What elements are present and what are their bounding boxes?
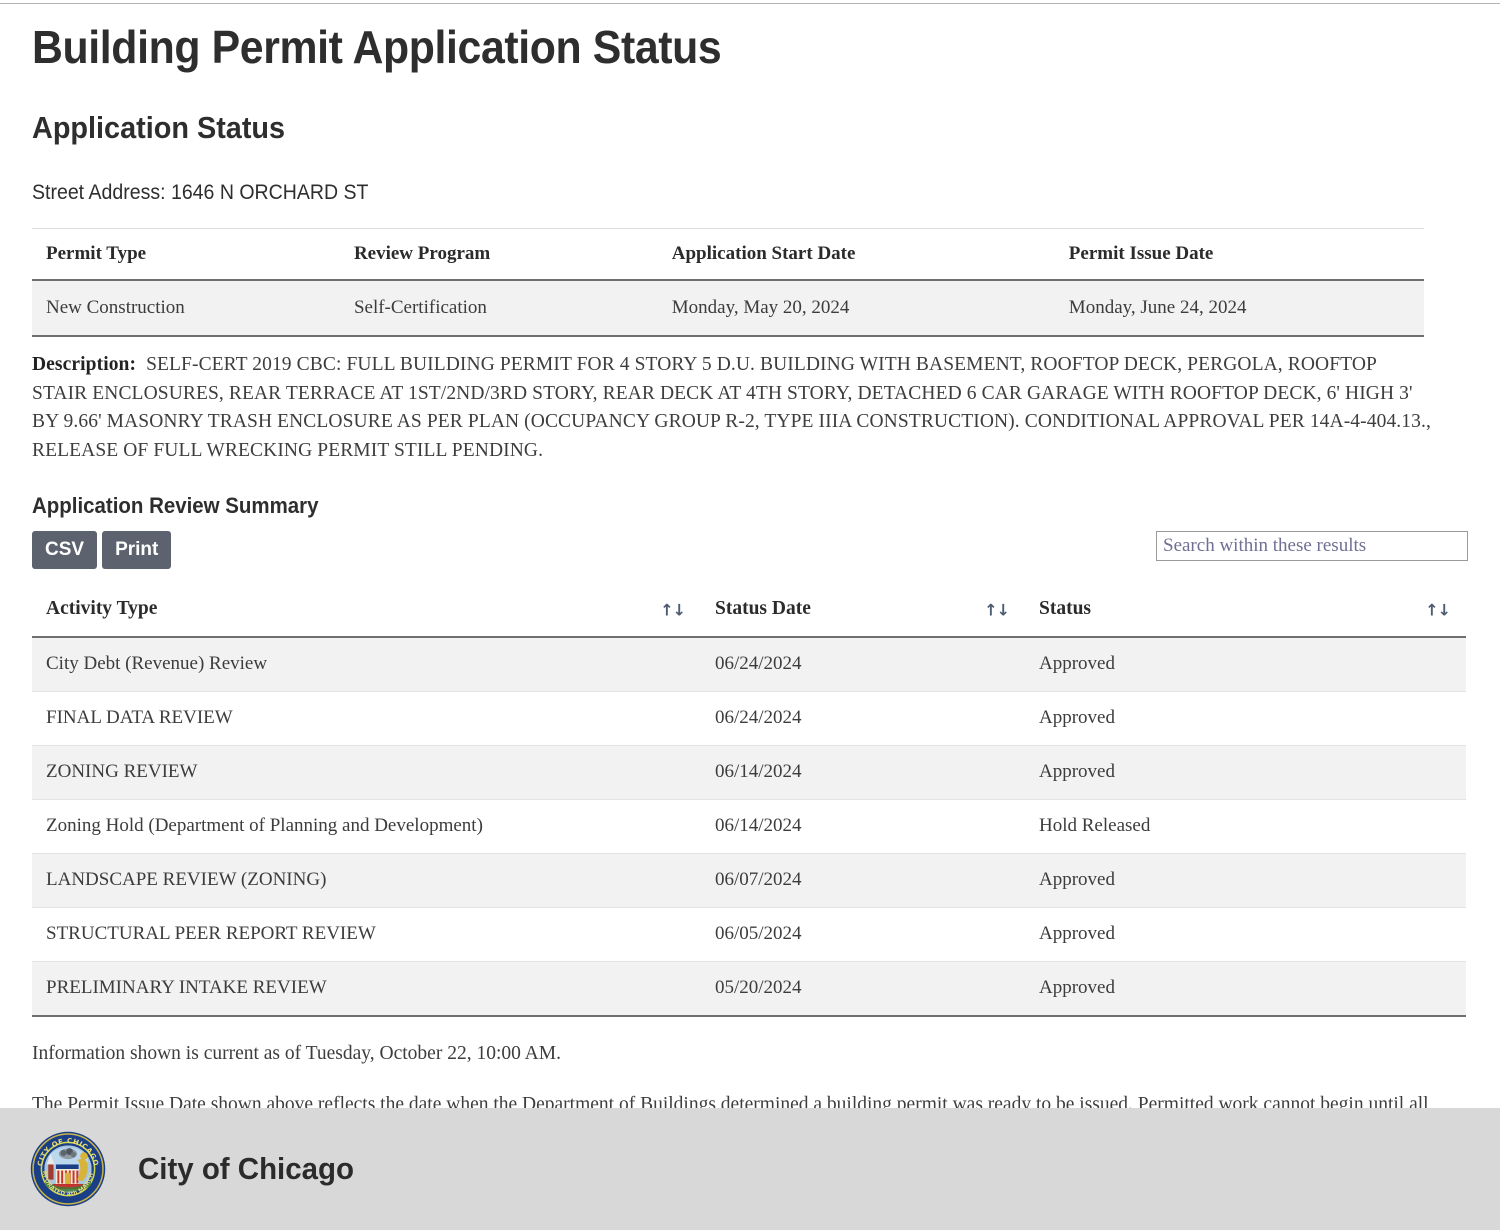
table-row: FINAL DATA REVIEW 06/24/2024 Approved <box>32 691 1466 746</box>
description-text: SELF-CERT 2019 CBC: FULL BUILDING PERMIT… <box>32 354 1431 461</box>
permit-table-header-row: Permit Type Review Program Application S… <box>32 228 1424 281</box>
permit-table-head: Permit Type Review Program Application S… <box>32 228 1424 281</box>
review-header-status[interactable]: Status ↑↓ <box>1025 583 1466 638</box>
table-row: LANDSCAPE REVIEW (ZONING) 06/07/2024 Appro… <box>32 853 1466 908</box>
cell-status: Approved <box>1025 637 1466 692</box>
cell-status: Approved <box>1025 853 1466 908</box>
cell-status-date: 05/20/2024 <box>701 961 1025 1017</box>
cell-status-date: 06/24/2024 <box>701 637 1025 692</box>
table-row: New Construction Self-Certification Mond… <box>32 280 1424 337</box>
sort-toggle-icon[interactable]: ↑↓ <box>984 600 1010 619</box>
search-input[interactable] <box>1156 531 1468 561</box>
table-row: City Debt (Revenue) Review 06/24/2024 Appr… <box>32 637 1466 692</box>
table-row: STRUCTURAL PEER REPORT REVIEW 06/05/2024 A… <box>32 907 1466 962</box>
table-row: ZONING REVIEW 06/14/2024 Approved <box>32 745 1466 800</box>
review-table-header-row: Activity Type ↑↓ Status Date ↑↓ Status ↑… <box>32 583 1466 638</box>
page-title: Building Permit Application Status <box>32 21 722 73</box>
note-information-current: Information shown is current as of Tuesd… <box>32 1043 561 1064</box>
permit-cell-permit-type: New Construction <box>32 280 354 337</box>
city-of-chicago-seal-icon: CITY OF CHICAGO INCORPORATED 4th MARCH 1… <box>30 1131 106 1207</box>
permit-summary-table: Permit Type Review Program Application S… <box>32 228 1424 337</box>
permit-header-permit-issue-date: Permit Issue Date <box>1068 228 1424 281</box>
cell-status: Hold Released <box>1025 799 1466 854</box>
sort-toggle-icon[interactable]: ↑↓ <box>1425 600 1451 619</box>
permit-header-application-start-date: Application Start Date <box>671 228 1069 281</box>
cell-activity-type: LANDSCAPE REVIEW (ZONING) <box>32 853 701 908</box>
review-header-status-date[interactable]: Status Date ↑↓ <box>701 583 1025 638</box>
sort-toggle-icon[interactable]: ↑↓ <box>660 600 686 619</box>
permit-cell-application-start-date: Monday, May 20, 2024 <box>671 280 1069 337</box>
review-table-body: City Debt (Revenue) Review 06/24/2024 Appr… <box>32 637 1466 1017</box>
review-table-head: Activity Type ↑↓ Status Date ↑↓ Status ↑… <box>32 583 1466 638</box>
table-row: PRELIMINARY INTAKE REVIEW 05/20/2024 Appro… <box>32 961 1466 1017</box>
permit-cell-review-program: Self-Certification <box>353 280 672 337</box>
review-header-status-label: Status <box>1039 598 1092 619</box>
permit-header-permit-type: Permit Type <box>32 228 354 281</box>
review-header-status-date-label: Status Date <box>715 598 811 619</box>
cell-status-date: 06/07/2024 <box>701 853 1025 908</box>
permit-table-body: New Construction Self-Certification Mond… <box>32 280 1424 337</box>
cell-activity-type: City Debt (Revenue) Review <box>32 637 701 692</box>
section-title-review-summary: Application Review Summary <box>32 493 319 518</box>
cell-activity-type: PRELIMINARY INTAKE REVIEW <box>32 961 701 1017</box>
cell-status-date: 06/14/2024 <box>701 745 1025 800</box>
cell-activity-type: ZONING REVIEW <box>32 745 701 800</box>
cell-activity-type: FINAL DATA REVIEW <box>32 691 701 746</box>
review-header-activity-type[interactable]: Activity Type ↑↓ <box>32 583 701 638</box>
page-body: Building Permit Application Status Appli… <box>0 4 1500 1144</box>
cell-status: Approved <box>1025 745 1466 800</box>
section-title-application-status: Application Status <box>32 110 286 145</box>
cell-status-date: 06/05/2024 <box>701 907 1025 962</box>
permit-header-review-program: Review Program <box>353 228 672 281</box>
description-label: Description: <box>32 354 137 375</box>
permit-cell-permit-issue-date: Monday, June 24, 2024 <box>1068 280 1424 337</box>
table-toolbar: CSV Print <box>32 531 1468 577</box>
description-paragraph: Description: SELF-CERT 2019 CBC: FULL BU… <box>32 351 1432 465</box>
content-area: Building Permit Application Status Appli… <box>0 4 1500 1148</box>
table-row: Zoning Hold (Department of Planning and … <box>32 799 1466 854</box>
cell-status: Approved <box>1025 907 1466 962</box>
print-button[interactable]: Print <box>102 531 172 569</box>
csv-export-button[interactable]: CSV <box>32 531 98 569</box>
page-footer: CITY OF CHICAGO INCORPORATED 4th MARCH 1… <box>0 1108 1500 1230</box>
review-header-activity-type-label: Activity Type <box>46 598 158 619</box>
cell-status-date: 06/24/2024 <box>701 691 1025 746</box>
footer-label: City of Chicago <box>138 1151 354 1186</box>
application-review-summary-table: Activity Type ↑↓ Status Date ↑↓ Status ↑… <box>32 583 1466 1017</box>
cell-activity-type: STRUCTURAL PEER REPORT REVIEW <box>32 907 701 962</box>
cell-activity-type: Zoning Hold (Department of Planning and … <box>32 799 701 854</box>
cell-status: Approved <box>1025 691 1466 746</box>
street-address: Street Address: 1646 N ORCHARD ST <box>32 181 369 204</box>
cell-status-date: 06/14/2024 <box>701 799 1025 854</box>
cell-status: Approved <box>1025 961 1466 1017</box>
